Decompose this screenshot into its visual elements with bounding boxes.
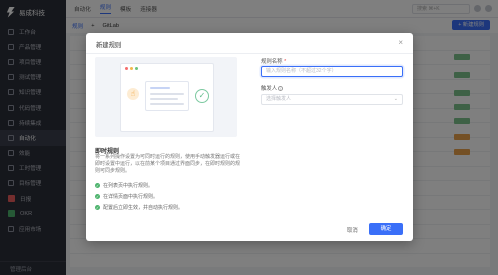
check-icon: ✓ [95,205,100,210]
window-illustration: ☝ ✓ [120,63,214,132]
feature-bullet: ✓ 在列表页中执行规则。 [95,183,154,189]
info-icon[interactable]: i [278,86,284,91]
close-icon[interactable]: × [398,38,403,47]
dialog-title: 新建规则 [96,42,122,49]
feature-bullet: ✓ 在详情页面中执行规则。 [95,194,159,200]
rule-name-input[interactable]: 输入规则名称（不超过32个字） [261,66,403,77]
pointer-icon: ☝ [127,88,139,100]
card-illustration [145,81,189,111]
trigger-select[interactable]: 选择触发人 ⌄ [261,94,403,105]
check-icon: ✓ [95,183,100,188]
divider [86,53,413,54]
trigger-label: 触发人 i [261,84,284,92]
rule-illustration: ☝ ✓ [95,57,237,137]
rule-name-label: 规则名称 * [261,59,287,65]
cancel-button[interactable]: 取消 [347,226,358,234]
new-rule-dialog: 新建规则 × ☝ ✓ 即时规则 将一系列操作设置为可同时运行的规则，使用手动触发… [86,33,413,241]
check-circle-icon: ✓ [195,89,209,103]
chevron-down-icon: ⌄ [393,96,398,102]
confirm-button[interactable]: 确定 [369,223,403,235]
description-text: 将一系列操作设置为可同时运行的规则，使用手动触发器运行或在即时设置中运行，以在前… [95,154,241,175]
feature-bullet: ✓ 配置后立即生效，并自动执行规则。 [95,205,184,211]
check-icon: ✓ [95,194,100,199]
